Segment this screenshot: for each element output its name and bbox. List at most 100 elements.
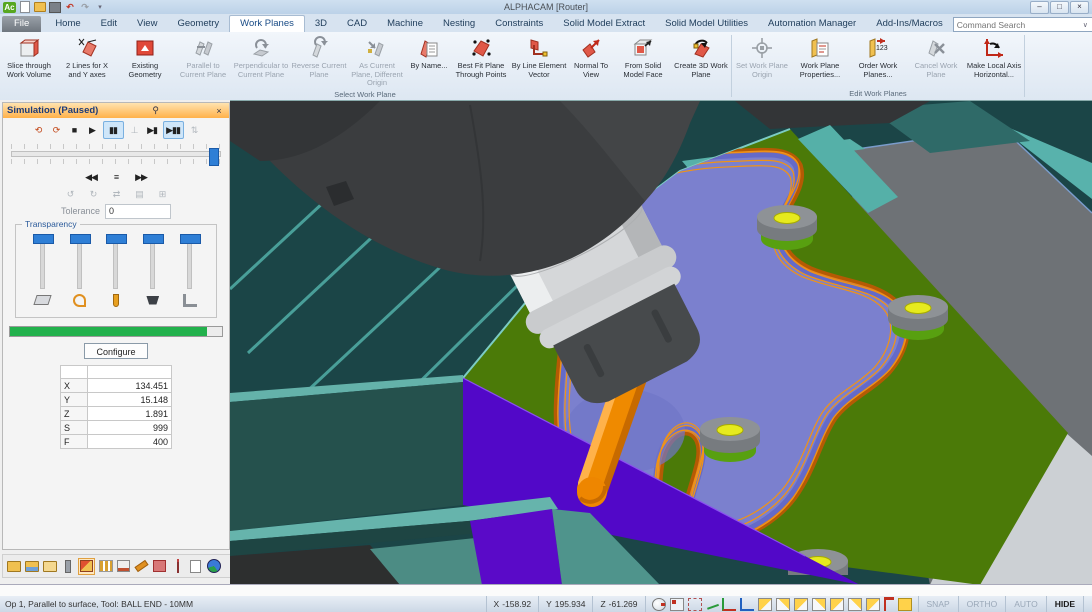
- save-state-icon[interactable]: ▤: [132, 186, 147, 202]
- tab-3d[interactable]: 3D: [305, 16, 337, 32]
- by-line-element-vector-button[interactable]: By Line Element Vector: [510, 34, 568, 80]
- pin-icon[interactable]: ⚲: [150, 105, 162, 116]
- tab-solid-model-extract[interactable]: Solid Model Extract: [553, 16, 655, 32]
- slice-through-work-volume-button[interactable]: Slice through Work Volume: [0, 34, 58, 80]
- pause-icon[interactable]: ▮▮: [102, 121, 124, 139]
- rotate-right-icon[interactable]: ↻: [86, 186, 101, 202]
- timeline-thumb[interactable]: [209, 148, 219, 166]
- tolerance-input[interactable]: [105, 203, 172, 219]
- tab-file[interactable]: File: [2, 16, 42, 32]
- tool-display-icon[interactable]: ⊥: [127, 122, 142, 138]
- existing-geometry-button[interactable]: Existing Geometry: [116, 34, 174, 80]
- tab-solid-model-utilities[interactable]: Solid Model Utilities: [655, 16, 758, 32]
- open-folder-icon[interactable]: [34, 2, 46, 13]
- polyline-select-icon[interactable]: [704, 598, 719, 610]
- new-sheet-icon[interactable]: [188, 559, 203, 574]
- transparency-slider-holder[interactable]: [66, 234, 92, 307]
- swap-icon[interactable]: ⇄: [109, 186, 124, 202]
- tab-nesting[interactable]: Nesting: [433, 16, 485, 32]
- timeline-track[interactable]: [11, 151, 221, 157]
- tab-edit[interactable]: Edit: [91, 16, 127, 32]
- slider-thumb[interactable]: [143, 234, 165, 244]
- parallel-to-current-plane-button[interactable]: Parallel to Current Plane: [174, 34, 232, 80]
- grid-icon[interactable]: ⊞: [155, 186, 170, 202]
- slider-thumb[interactable]: [106, 234, 128, 244]
- view-back-icon[interactable]: [793, 597, 808, 611]
- create-3d-work-plane-button[interactable]: Create 3D Work Plane: [672, 34, 730, 80]
- axes-iso-icon[interactable]: [739, 597, 754, 611]
- plane-indicator-icon[interactable]: [897, 597, 912, 611]
- by-name-button[interactable]: By Name...: [406, 34, 452, 72]
- minimize-button[interactable]: –: [1030, 0, 1049, 14]
- simulation-mode-icon[interactable]: [78, 557, 95, 575]
- step-list-icon[interactable]: ≡: [109, 169, 124, 185]
- materials-folder-icon[interactable]: [42, 559, 57, 574]
- command-search-input[interactable]: [952, 17, 1092, 32]
- tool-change-icon[interactable]: [116, 559, 131, 574]
- stock-folder-icon[interactable]: [6, 559, 21, 574]
- plumb-z-icon[interactable]: [883, 597, 894, 611]
- configure-button[interactable]: Configure: [84, 343, 148, 359]
- tab-cad[interactable]: CAD: [337, 16, 377, 32]
- layers-folder-icon[interactable]: [24, 559, 39, 574]
- restore-button[interactable]: □: [1050, 0, 1069, 14]
- tab-constraints[interactable]: Constraints: [485, 16, 553, 32]
- tab-view[interactable]: View: [127, 16, 167, 32]
- plumb-icon[interactable]: [170, 559, 185, 574]
- view-iso-icon[interactable]: [757, 597, 772, 611]
- tab-automation-manager[interactable]: Automation Manager: [758, 16, 866, 32]
- from-solid-model-face-button[interactable]: From Solid Model Face: [614, 34, 672, 80]
- slider-thumb[interactable]: [69, 234, 91, 244]
- transparency-slider-clamp[interactable]: [177, 234, 203, 307]
- reverse-current-plane-button[interactable]: Reverse Current Plane: [290, 34, 348, 80]
- panel-close-icon[interactable]: ×: [213, 106, 225, 116]
- fast-simulate-alt-icon[interactable]: ⟳: [49, 122, 64, 138]
- play-icon[interactable]: ▶: [85, 122, 100, 138]
- undo-icon[interactable]: ↶: [64, 2, 76, 13]
- transparency-slider-stock[interactable]: [29, 234, 55, 306]
- work-plane-properties-button[interactable]: Work Plane Properties...: [791, 34, 849, 80]
- tool-list-icon[interactable]: [60, 559, 75, 574]
- slider-thumb[interactable]: [32, 234, 54, 244]
- world-icon[interactable]: [206, 559, 221, 574]
- zoom-window-icon[interactable]: [687, 597, 702, 611]
- cancel-work-plane-button[interactable]: Cancel Work Plane: [907, 34, 965, 80]
- make-local-axis-horizontal-button[interactable]: Make Local Axis Horizontal...: [965, 34, 1023, 80]
- view-right-icon[interactable]: [829, 597, 844, 611]
- auto-toggle[interactable]: AUTO: [1005, 596, 1045, 612]
- view-front-icon[interactable]: [775, 597, 790, 611]
- play-pause-step-icon[interactable]: ▶▮▮: [162, 121, 184, 139]
- sort-icon[interactable]: ⇅: [187, 122, 202, 138]
- normal-to-view-button[interactable]: Normal To View: [568, 34, 614, 80]
- order-work-planes-button[interactable]: 123 Order Work Planes...: [849, 34, 907, 80]
- view-cube-axes-icon[interactable]: [669, 597, 684, 611]
- tab-work-planes[interactable]: Work Planes: [229, 15, 305, 32]
- simulation-timeline[interactable]: [11, 144, 221, 168]
- step-back-icon[interactable]: ◀◀: [84, 169, 99, 185]
- slider-thumb[interactable]: [180, 234, 202, 244]
- view-bottom-icon[interactable]: [865, 597, 880, 611]
- set-work-plane-origin-button[interactable]: Set Work Plane Origin: [733, 34, 791, 80]
- hide-toggle[interactable]: HIDE: [1045, 596, 1083, 612]
- skip-to-end-icon[interactable]: ▶▮: [145, 122, 160, 138]
- view-top-icon[interactable]: [847, 597, 862, 611]
- axes-xy-icon[interactable]: [721, 597, 736, 611]
- new-document-icon[interactable]: [19, 1, 31, 13]
- machine-icon[interactable]: [152, 559, 167, 574]
- two-lines-xy-button[interactable]: 2 Lines for X and Y axes: [58, 34, 116, 80]
- transparency-slider-head[interactable]: [140, 234, 166, 306]
- close-button[interactable]: ×: [1070, 0, 1089, 14]
- tab-add-ins-macros[interactable]: Add-Ins/Macros: [866, 16, 953, 32]
- tab-machine[interactable]: Machine: [377, 16, 433, 32]
- search-chevron-icon[interactable]: ∨: [1083, 21, 1088, 29]
- tab-home[interactable]: Home: [45, 16, 90, 32]
- step-forward-icon[interactable]: ▶▶: [134, 169, 149, 185]
- redo-icon[interactable]: ↷: [79, 2, 91, 13]
- tab-geometry[interactable]: Geometry: [167, 16, 229, 32]
- snap-toggle[interactable]: SNAP: [917, 596, 958, 612]
- save-icon[interactable]: [49, 1, 61, 13]
- transparency-slider-tool[interactable]: [103, 234, 129, 307]
- view-sphere-icon[interactable]: [651, 597, 666, 611]
- viewport-3d[interactable]: [228, 100, 1092, 585]
- resize-grip[interactable]: [1083, 596, 1092, 612]
